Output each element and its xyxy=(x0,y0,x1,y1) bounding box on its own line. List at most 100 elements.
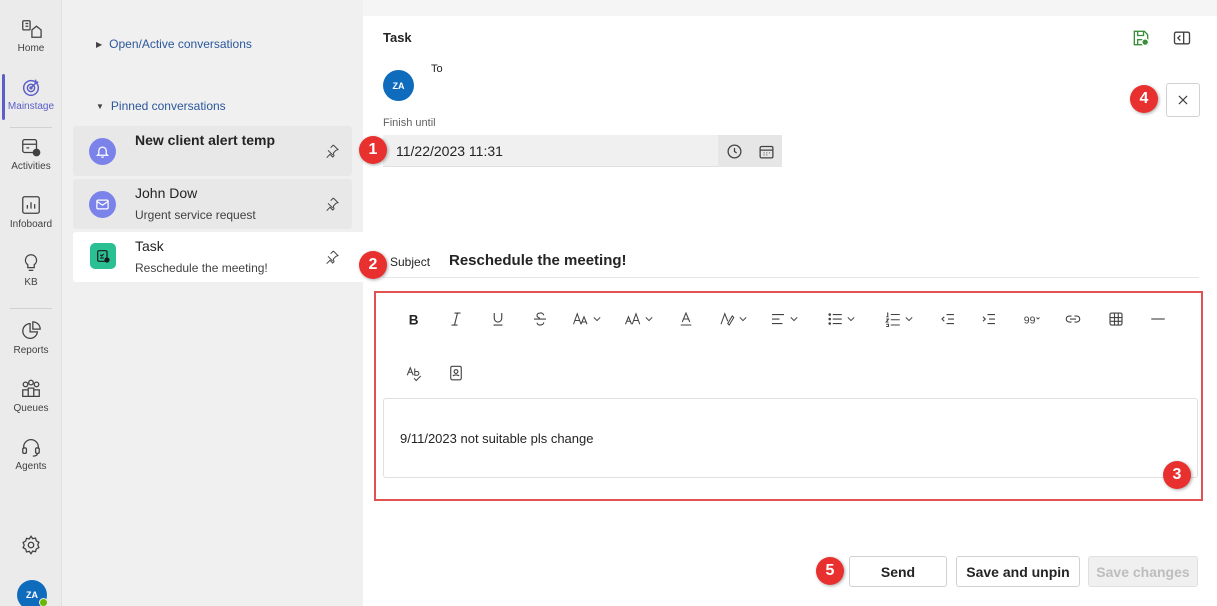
avatar-initials: ZA xyxy=(392,80,405,91)
app-window: Home Mainstage Activities Infoboard KB R… xyxy=(0,0,1217,606)
caret-right-icon: ▶ xyxy=(96,40,103,49)
italic-button[interactable] xyxy=(445,306,467,332)
pin-icon[interactable] xyxy=(324,196,340,212)
rail-label: KB xyxy=(24,277,38,288)
increase-indent-button[interactable] xyxy=(978,306,1000,332)
rail-item-queues[interactable]: Queues xyxy=(0,374,62,428)
numbering-button[interactable] xyxy=(879,306,917,332)
rail-item-home[interactable]: Home xyxy=(0,14,62,68)
rail-item-reports[interactable]: Reports xyxy=(0,316,62,370)
infoboard-icon xyxy=(22,196,40,214)
table-button[interactable] xyxy=(1105,306,1127,332)
contact-card-icon xyxy=(450,365,462,381)
rail-item-kb[interactable]: KB xyxy=(0,248,62,302)
highlight-button[interactable] xyxy=(713,306,751,332)
bell-icon xyxy=(89,138,116,165)
avatar[interactable]: ZA xyxy=(17,580,48,606)
bold-button[interactable]: B xyxy=(403,306,425,332)
callout-badge: 4 xyxy=(1130,85,1158,113)
rail-item-infoboard[interactable]: Infoboard xyxy=(0,190,62,244)
time-picker-button[interactable] xyxy=(718,135,750,167)
subject-input[interactable]: Reschedule the meeting! xyxy=(449,252,627,269)
target-icon xyxy=(22,79,40,96)
callout-badge: 2 xyxy=(359,251,387,279)
underline-button[interactable] xyxy=(487,306,509,332)
callout-badge: 5 xyxy=(816,557,844,585)
save-and-unpin-button[interactable]: Save and unpin xyxy=(956,556,1080,587)
numbered-list-icon xyxy=(884,312,900,328)
lightbulb-icon xyxy=(24,254,38,271)
close-icon xyxy=(1178,95,1188,105)
queues-icon xyxy=(22,379,40,397)
subject-label: Subject xyxy=(390,255,431,269)
calendar-icon xyxy=(758,145,774,159)
date-picker-button[interactable] xyxy=(750,135,782,167)
section-label: Open/Active conversations xyxy=(109,37,252,51)
page-title: Task xyxy=(383,30,412,45)
message-body-text: 9/11/2023 not suitable pls change xyxy=(400,431,594,446)
top-strip xyxy=(363,0,1217,16)
contact-card-button[interactable] xyxy=(445,360,467,386)
message-body-editor[interactable]: 9/11/2023 not suitable pls change xyxy=(383,398,1198,478)
close-button[interactable] xyxy=(1166,83,1200,117)
chevron-down-icon xyxy=(904,317,913,322)
font-button[interactable] xyxy=(567,306,605,332)
link-button[interactable] xyxy=(1062,306,1084,332)
caret-down-icon: ▼ xyxy=(96,102,104,111)
avatar-initials: ZA xyxy=(26,590,38,600)
align-button[interactable] xyxy=(764,306,802,332)
chevron-down-icon xyxy=(592,317,601,322)
rail-label: Agents xyxy=(15,461,47,472)
rail-label: Mainstage xyxy=(7,101,55,112)
strikethrough-button[interactable] xyxy=(529,306,551,332)
rail-label: Activities xyxy=(11,161,51,172)
conversation-title: John Dow xyxy=(135,185,198,201)
conversation-item[interactable]: John Dow Urgent service request xyxy=(73,179,352,229)
font-size-icon xyxy=(624,312,640,325)
pie-chart-icon xyxy=(22,321,41,339)
pin-icon[interactable] xyxy=(324,143,340,159)
conversation-subtitle: Urgent service request xyxy=(135,208,256,222)
bullets-button[interactable] xyxy=(821,306,859,332)
horizontal-rule-button[interactable] xyxy=(1147,306,1169,332)
save-changes-button[interactable]: Save changes xyxy=(1088,556,1198,587)
send-button[interactable]: Send xyxy=(849,556,947,587)
link-icon xyxy=(1065,315,1081,323)
chevron-down-icon xyxy=(846,317,855,322)
strikethrough-icon xyxy=(534,312,546,326)
open-conversations-toggle[interactable]: ▶ Open/Active conversations xyxy=(96,37,252,51)
rail-item-settings[interactable] xyxy=(0,530,62,584)
conversation-item-selected[interactable]: Task Reschedule the meeting! xyxy=(73,232,363,282)
conversation-item[interactable]: New client alert temp xyxy=(73,126,352,176)
font-color-icon xyxy=(680,311,692,326)
rail-label: Reports xyxy=(13,345,49,356)
left-rail: Home Mainstage Activities Infoboard KB R… xyxy=(0,0,62,606)
rail-divider xyxy=(10,127,52,128)
decrease-indent-button[interactable] xyxy=(937,306,959,332)
font-color-button[interactable] xyxy=(675,306,697,332)
save-icon[interactable] xyxy=(1131,28,1151,48)
spell-check-button[interactable] xyxy=(403,360,425,386)
finish-until-label: Finish until xyxy=(383,117,436,129)
pinned-conversations-toggle[interactable]: ▼ Pinned conversations xyxy=(96,99,226,113)
bullet-list-icon xyxy=(827,313,842,325)
presence-dot xyxy=(39,598,48,606)
callout-badge: 1 xyxy=(359,136,387,164)
rail-item-agents[interactable]: Agents xyxy=(0,432,62,486)
panel-toggle-icon[interactable] xyxy=(1172,28,1192,48)
font-size-button[interactable] xyxy=(619,306,657,332)
mail-icon xyxy=(89,191,116,218)
table-icon xyxy=(1109,312,1123,326)
decrease-indent-icon xyxy=(941,313,954,325)
conversation-panel: ▶ Open/Active conversations ▼ Pinned conve… xyxy=(62,0,363,606)
font-icon xyxy=(572,312,587,325)
rail-label: Infoboard xyxy=(9,219,53,230)
rail-item-activities[interactable]: Activities xyxy=(0,132,62,186)
finish-datetime-input[interactable]: 11/22/2023 11:31 xyxy=(383,135,718,167)
quote-button[interactable]: 99 xyxy=(1019,306,1045,332)
pin-icon[interactable] xyxy=(324,249,340,265)
recipient-avatar[interactable]: ZA xyxy=(383,70,414,101)
rail-item-mainstage[interactable]: Mainstage xyxy=(0,72,62,126)
rail-label: Queues xyxy=(13,403,49,414)
horizontal-rule-icon xyxy=(1151,318,1165,320)
